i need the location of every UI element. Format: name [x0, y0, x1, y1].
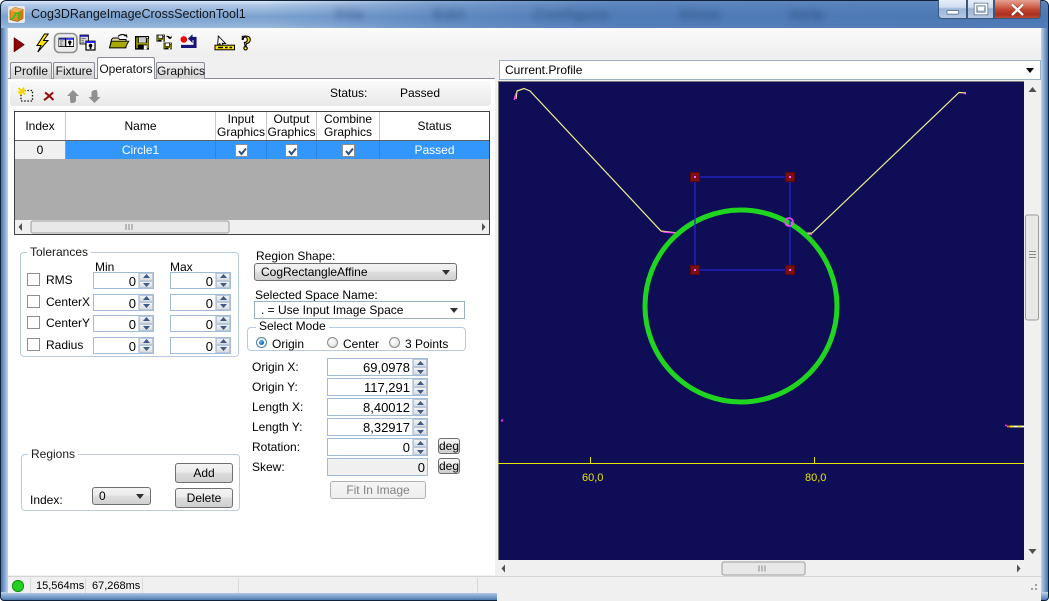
svg-text:?: ?	[241, 31, 252, 55]
svg-text:60,0: 60,0	[582, 472, 603, 484]
svg-text:80,0: 80,0	[805, 472, 826, 484]
